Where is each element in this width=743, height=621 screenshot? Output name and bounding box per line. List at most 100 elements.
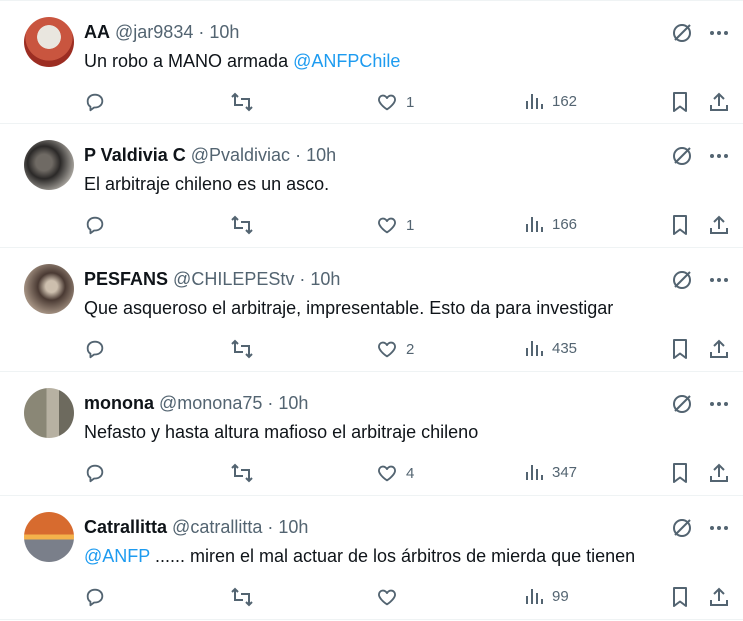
like-count: 4 bbox=[406, 464, 415, 482]
display-name[interactable]: P Valdivia C bbox=[84, 145, 186, 165]
retweet-icon bbox=[230, 91, 254, 113]
reply-icon bbox=[84, 586, 106, 608]
like-count: 1 bbox=[406, 93, 415, 111]
share-button[interactable] bbox=[708, 91, 730, 113]
display-name[interactable]: AA bbox=[84, 22, 110, 42]
reply-button[interactable] bbox=[84, 462, 106, 484]
view-count: 162 bbox=[552, 92, 578, 110]
bookmark-button[interactable] bbox=[671, 91, 689, 113]
view-count: 99 bbox=[552, 587, 569, 605]
display-name[interactable]: PESFANS bbox=[84, 269, 168, 289]
timestamp[interactable]: 10h bbox=[278, 393, 308, 413]
share-icon bbox=[708, 586, 730, 608]
share-button[interactable] bbox=[708, 586, 730, 608]
bookmark-button[interactable] bbox=[671, 586, 689, 608]
tweet-text: Que asqueroso el arbitraje, impresentabl… bbox=[84, 298, 613, 319]
timestamp[interactable]: 10h bbox=[209, 22, 239, 42]
user-handle[interactable]: @Pvaldiviac bbox=[191, 145, 290, 165]
tweet[interactable]: PESFANS @CHILEPEStv · 10h Que asqueroso … bbox=[0, 248, 743, 372]
bookmark-icon bbox=[671, 91, 689, 113]
reply-feed: AA @jar9834 · 10h Un robo a MANO armada … bbox=[0, 0, 743, 621]
avatar[interactable] bbox=[24, 388, 74, 438]
more-icon[interactable] bbox=[709, 525, 729, 531]
tweet[interactable]: P Valdivia C @Pvaldiviac · 10h El arbitr… bbox=[0, 124, 743, 248]
tweet-text-after: ...... miren el mal actuar de los árbitr… bbox=[149, 546, 636, 566]
share-button[interactable] bbox=[708, 214, 730, 236]
separator-dot: · bbox=[267, 517, 274, 537]
reply-button[interactable] bbox=[84, 214, 106, 236]
like-button[interactable]: 4 bbox=[376, 462, 414, 484]
more-icon[interactable] bbox=[709, 277, 729, 283]
user-handle[interactable]: @catrallitta bbox=[172, 517, 262, 537]
tweet-top-controls bbox=[671, 517, 729, 539]
grok-icon[interactable] bbox=[671, 145, 693, 167]
more-icon[interactable] bbox=[709, 401, 729, 407]
more-icon[interactable] bbox=[709, 153, 729, 159]
views-icon bbox=[524, 214, 544, 234]
views-button[interactable]: 347 bbox=[524, 462, 577, 482]
share-button[interactable] bbox=[708, 462, 730, 484]
like-button[interactable]: 2 bbox=[376, 338, 414, 360]
user-handle[interactable]: @jar9834 bbox=[115, 22, 193, 42]
views-button[interactable]: 99 bbox=[524, 586, 569, 606]
avatar[interactable] bbox=[24, 17, 74, 67]
retweet-button[interactable] bbox=[230, 91, 254, 113]
share-icon bbox=[708, 338, 730, 360]
grok-icon[interactable] bbox=[671, 269, 693, 291]
retweet-icon bbox=[230, 338, 254, 360]
reply-button[interactable] bbox=[84, 338, 106, 360]
reply-icon bbox=[84, 338, 106, 360]
tweet-header: PESFANS @CHILEPEStv · 10h bbox=[84, 269, 340, 290]
views-icon bbox=[524, 91, 544, 111]
views-button[interactable]: 162 bbox=[524, 91, 577, 111]
tweet[interactable]: monona @monona75 · 10h Nefasto y hasta a… bbox=[0, 372, 743, 496]
timestamp[interactable]: 10h bbox=[310, 269, 340, 289]
reply-button[interactable] bbox=[84, 586, 106, 608]
tweet[interactable]: Catrallitta @catrallitta · 10h @ANFP ...… bbox=[0, 496, 743, 620]
tweet[interactable]: AA @jar9834 · 10h Un robo a MANO armada … bbox=[0, 0, 743, 124]
like-icon bbox=[376, 214, 398, 236]
reply-button[interactable] bbox=[84, 91, 106, 113]
retweet-button[interactable] bbox=[230, 586, 254, 608]
mention-link[interactable]: @ANFP bbox=[84, 546, 150, 566]
share-icon bbox=[708, 214, 730, 236]
avatar[interactable] bbox=[24, 264, 74, 314]
grok-icon[interactable] bbox=[671, 22, 693, 44]
tweet-header: AA @jar9834 · 10h bbox=[84, 22, 239, 43]
views-button[interactable]: 435 bbox=[524, 338, 577, 358]
grok-icon[interactable] bbox=[671, 393, 693, 415]
timestamp[interactable]: 10h bbox=[306, 145, 336, 165]
bookmark-button[interactable] bbox=[671, 338, 689, 360]
tweet-actions: 1 166 bbox=[84, 214, 734, 240]
share-icon bbox=[708, 462, 730, 484]
display-name[interactable]: monona bbox=[84, 393, 154, 413]
grok-icon[interactable] bbox=[671, 517, 693, 539]
like-button[interactable]: 1 bbox=[376, 91, 414, 113]
views-button[interactable]: 166 bbox=[524, 214, 577, 234]
more-icon[interactable] bbox=[709, 30, 729, 36]
retweet-button[interactable] bbox=[230, 462, 254, 484]
bookmark-button[interactable] bbox=[671, 214, 689, 236]
like-button[interactable] bbox=[376, 586, 406, 608]
retweet-button[interactable] bbox=[230, 214, 254, 236]
tweet-header: monona @monona75 · 10h bbox=[84, 393, 308, 414]
retweet-button[interactable] bbox=[230, 338, 254, 360]
bookmark-icon bbox=[671, 338, 689, 360]
display-name[interactable]: Catrallitta bbox=[84, 517, 167, 537]
user-handle[interactable]: @monona75 bbox=[159, 393, 262, 413]
mention-link[interactable]: @ANFPChile bbox=[293, 51, 400, 71]
avatar[interactable] bbox=[24, 140, 74, 190]
bookmark-button[interactable] bbox=[671, 462, 689, 484]
reply-icon bbox=[84, 91, 106, 113]
like-icon bbox=[376, 586, 398, 608]
avatar[interactable] bbox=[24, 512, 74, 562]
user-handle[interactable]: @CHILEPEStv bbox=[173, 269, 294, 289]
bookmark-icon bbox=[671, 462, 689, 484]
like-button[interactable]: 1 bbox=[376, 214, 414, 236]
view-count: 166 bbox=[552, 215, 578, 233]
retweet-icon bbox=[230, 462, 254, 484]
timestamp[interactable]: 10h bbox=[278, 517, 308, 537]
like-count: 1 bbox=[406, 216, 415, 234]
share-button[interactable] bbox=[708, 338, 730, 360]
tweet-text: Nefasto y hasta altura mafioso el arbitr… bbox=[84, 422, 478, 443]
